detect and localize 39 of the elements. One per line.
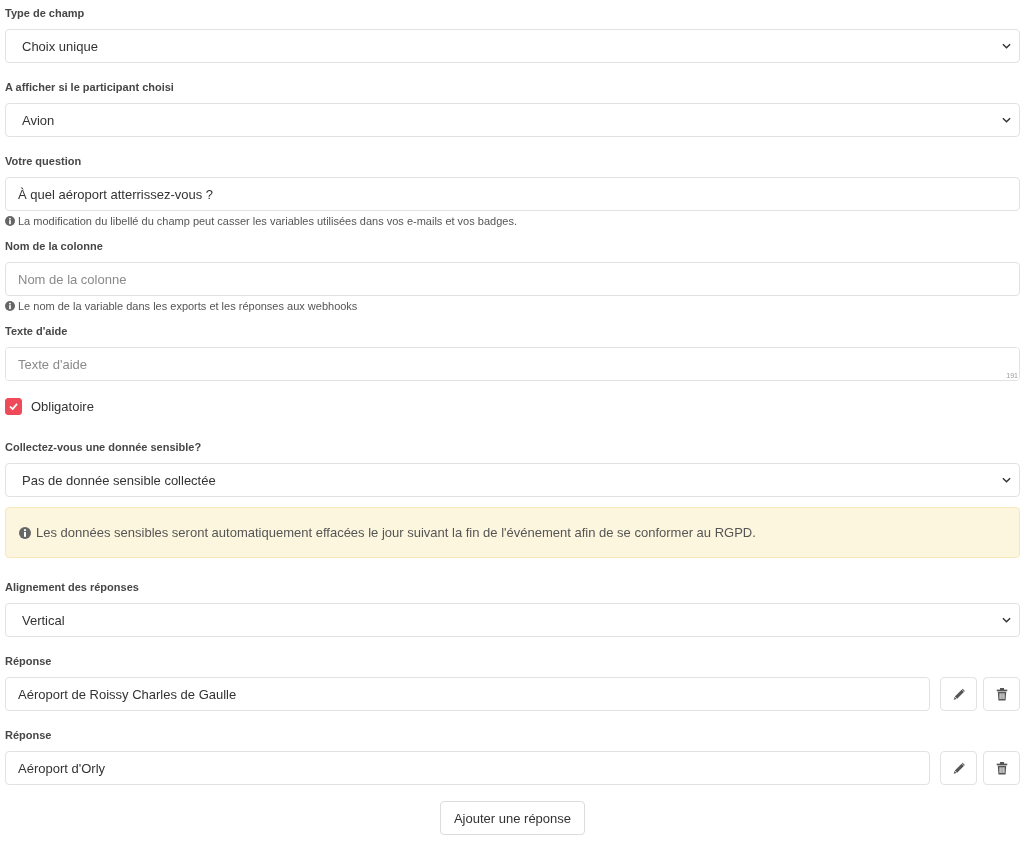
pencil-icon [952,761,965,775]
dropdown[interactable]: Choix unique [5,29,1020,63]
alert-text: Les données sensibles seront automatiquement effacées le jour suivant la fin de l'événement afin de se conformer au RGPD. [36,524,756,541]
field-label: Réponse [5,728,53,743]
info-icon [5,216,15,226]
text-input[interactable]: Nom de la colonne [5,262,1020,296]
field-label: Type de champ [5,6,86,21]
info-icon [19,526,31,539]
trash-icon [995,687,1008,701]
field-label: Réponse [5,654,53,669]
delete-button[interactable] [983,751,1020,785]
check-icon [9,403,18,410]
field-label: Alignement des réponses [5,580,140,595]
edit-button[interactable] [940,677,977,711]
chevron-down-icon [1002,617,1011,623]
text-input[interactable]: À quel aéroport atterrissez-vous ? [5,177,1020,211]
delete-button[interactable] [983,677,1020,711]
field-label: A afficher si le participant choisi [5,80,175,95]
trash-icon [995,761,1008,775]
info-icon [5,301,15,311]
field-label: Nom de la colonne [5,239,104,254]
help-text: Le nom de la variable dans les exports et les réponses aux webhooks [18,299,358,313]
dropdown[interactable]: Avion [5,103,1020,137]
chevron-down-icon [1002,43,1011,49]
field-label: Collectez-vous une donnée sensible? [5,440,203,455]
chevron-down-icon [1002,117,1011,123]
text-input[interactable]: Aéroport d'Orly [5,751,930,785]
checkbox[interactable] [5,398,22,415]
checkbox-label[interactable]: Obligatoire [31,398,94,415]
chevron-down-icon [1002,477,1011,483]
field-label: Votre question [5,154,83,169]
field-label: Texte d'aide [5,324,69,339]
dropdown[interactable]: Vertical [5,603,1020,637]
add-answer-button[interactable]: Ajouter une réponse [439,801,586,835]
dropdown[interactable]: Pas de donnée sensible collectée [5,463,1020,497]
help-text: La modification du libellé du champ peut casser les variables utilisées dans vos e-mails et vos badges. [18,214,517,228]
pencil-icon [952,687,965,701]
edit-button[interactable] [940,751,977,785]
text-input[interactable]: Aéroport de Roissy Charles de Gaulle [5,677,930,711]
